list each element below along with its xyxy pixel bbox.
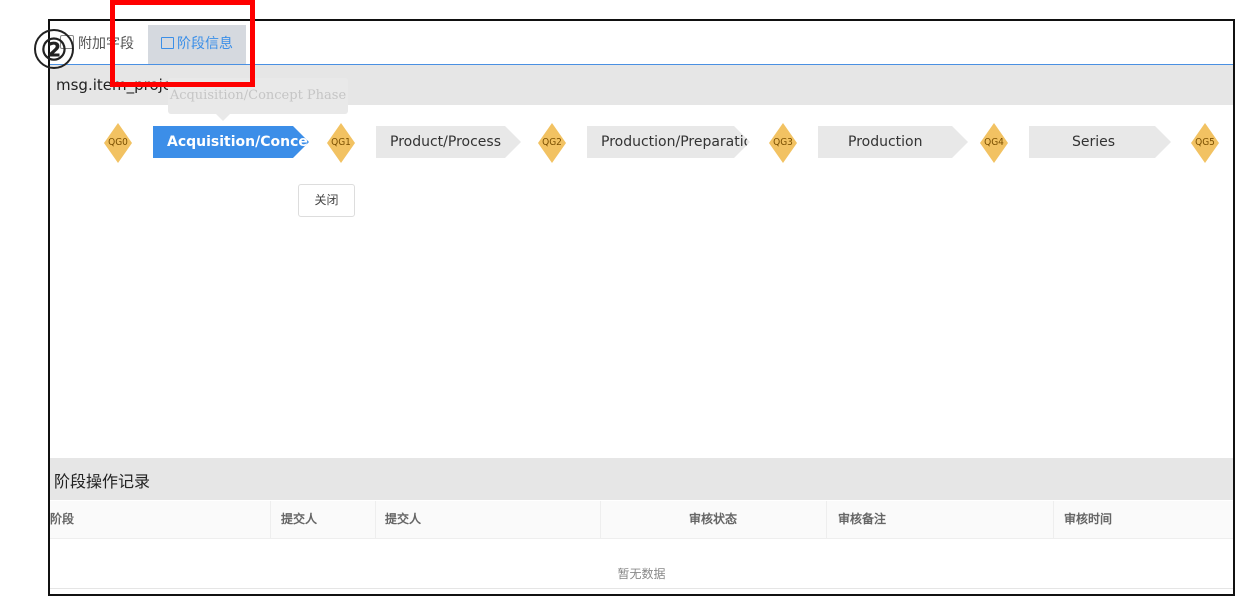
column-divider	[375, 501, 376, 538]
step-marker: ②	[34, 29, 74, 69]
column-divider	[826, 501, 827, 538]
gate-label: QG1	[331, 137, 351, 148]
gate-label: QG2	[542, 137, 562, 148]
gate-label: QG4	[984, 137, 1004, 148]
empty-state-text: 暂无数据	[617, 567, 666, 581]
phase-step-production[interactable]: Production	[818, 126, 968, 158]
column-divider	[270, 501, 271, 538]
column-divider	[1053, 501, 1054, 538]
tooltip-arrow	[216, 114, 230, 121]
column-divider	[600, 501, 601, 538]
quality-gate-qg2[interactable]: QG2	[538, 123, 566, 163]
column-header-submitter[interactable]: 提交人	[281, 501, 317, 538]
column-header-review-time[interactable]: 审核时间	[1064, 501, 1112, 538]
phase-step-series[interactable]: Series	[1029, 126, 1171, 158]
close-button[interactable]: 关闭	[298, 184, 355, 217]
table-bottom-border	[50, 588, 1233, 589]
highlight-box	[110, 0, 255, 87]
phase-step-product-process[interactable]: Product/Process	[376, 126, 521, 158]
records-title: 阶段操作记录	[54, 472, 151, 491]
records-header: 阶段操作记录	[50, 458, 1233, 500]
quality-gate-qg3[interactable]: QG3	[769, 123, 797, 163]
column-header-submitter-2[interactable]: 提交人	[385, 501, 421, 538]
phase-step-production-preparation[interactable]: Production/Preparation	[587, 126, 750, 158]
quality-gate-qg4[interactable]: QG4	[980, 123, 1008, 163]
records-table-header: 阶段 提交人 提交人 审核状态 审核备注 审核时间	[50, 501, 1233, 539]
column-header-review-remarks[interactable]: 审核备注	[838, 501, 886, 538]
column-header-review-status[interactable]: 审核状态	[689, 501, 737, 538]
gate-label: QG3	[773, 137, 793, 148]
gate-label: QG5	[1195, 137, 1215, 148]
quality-gate-qg5[interactable]: QG5	[1191, 123, 1219, 163]
quality-gate-qg0[interactable]: QG0	[104, 123, 132, 163]
column-header-stage[interactable]: 阶段	[50, 501, 74, 538]
stage-info-panel: 附加字段 阶段信息 msg.item_project_name Acquisit…	[48, 19, 1235, 596]
phase-step-acquisition[interactable]: Acquisition/Concept Phase	[153, 126, 309, 158]
quality-gate-qg1[interactable]: QG1	[327, 123, 355, 163]
gate-label: QG0	[108, 137, 128, 148]
